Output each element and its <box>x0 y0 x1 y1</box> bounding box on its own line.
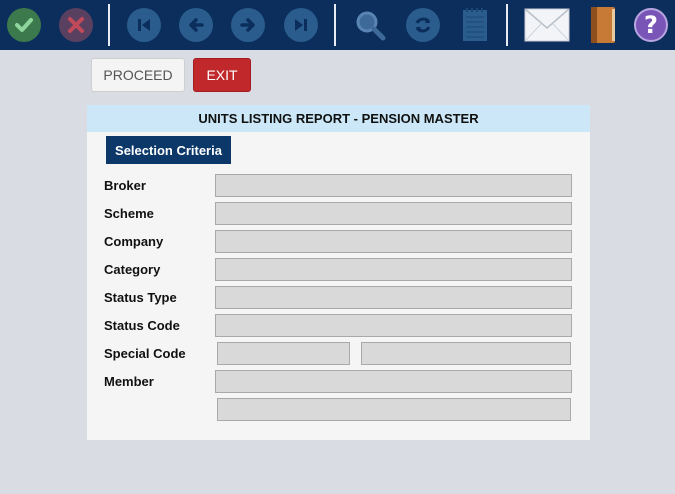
tab-selection-criteria[interactable]: Selection Criteria <box>106 136 231 164</box>
scheme-label: Scheme <box>104 206 154 221</box>
company-label: Company <box>104 234 164 249</box>
status-code-field[interactable] <box>215 314 572 337</box>
member-field[interactable] <box>215 370 572 393</box>
toolbar-separator <box>506 4 508 46</box>
status-type-label: Status Type <box>104 290 177 305</box>
broker-field[interactable] <box>215 174 572 197</box>
company-field[interactable] <box>215 230 572 253</box>
proceed-button[interactable]: PROCEED <box>91 58 185 92</box>
help-icon[interactable]: ? <box>632 6 670 44</box>
book-icon[interactable] <box>583 6 621 44</box>
check-icon[interactable] <box>5 6 43 44</box>
help-glyph: ? <box>634 8 668 42</box>
last-icon[interactable] <box>282 6 320 44</box>
member-label: Member <box>104 374 154 389</box>
search-icon[interactable] <box>351 6 389 44</box>
mail-icon[interactable] <box>523 6 571 44</box>
special-code-label: Special Code <box>104 346 186 361</box>
report-title: UNITS LISTING REPORT - PENSION MASTER <box>87 105 590 132</box>
first-icon[interactable] <box>125 6 163 44</box>
toolbar-separator <box>334 4 336 46</box>
scheme-field[interactable] <box>215 202 572 225</box>
status-code-label: Status Code <box>104 318 180 333</box>
category-label: Category <box>104 262 161 277</box>
report-panel: UNITS LISTING REPORT - PENSION MASTER Se… <box>87 105 590 440</box>
status-type-field[interactable] <box>215 286 572 309</box>
back-icon[interactable] <box>177 6 215 44</box>
exit-button[interactable]: EXIT <box>193 58 251 92</box>
refresh-icon[interactable] <box>404 6 442 44</box>
toolbar-separator <box>108 4 110 46</box>
special-code-from-field[interactable] <box>217 342 350 365</box>
special-code-to-field[interactable] <box>361 342 571 365</box>
toolbar: ? <box>0 0 675 50</box>
broker-label: Broker <box>104 178 146 193</box>
notepad-icon[interactable] <box>456 6 494 44</box>
forward-icon[interactable] <box>229 6 267 44</box>
category-field[interactable] <box>215 258 572 281</box>
close-icon[interactable] <box>57 6 95 44</box>
member-extra-field[interactable] <box>217 398 571 421</box>
